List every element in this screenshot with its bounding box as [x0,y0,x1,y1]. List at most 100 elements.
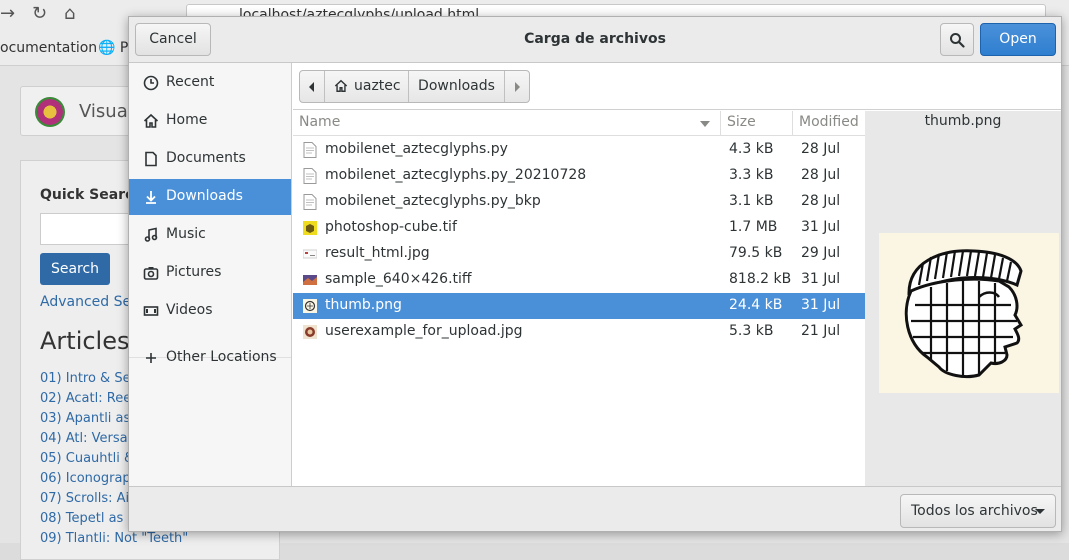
file-modified: 31 Jul [801,297,841,313]
sidebar-item-label: Other Locations [166,349,277,365]
advanced-search-link[interactable]: Advanced Sea [40,294,140,310]
path-buttons: uaztec Downloads [299,70,530,103]
home-icon [143,113,159,128]
camera-icon [143,267,159,280]
file-row[interactable]: result_html.jpg 79.5 kB 29 Jul [293,241,865,267]
path-segment-downloads[interactable]: Downloads [409,71,504,102]
path-segment-label: uaztec [354,78,401,94]
image-thumbnail-icon [303,249,317,259]
file-row[interactable]: mobilenet_aztecglyphs.py_20210728 3.3 kB… [293,163,865,189]
file-row[interactable]: mobilenet_aztecglyphs.py_bkp 3.1 kB 28 J… [293,189,865,215]
article-link[interactable]: 06) Iconograph [40,471,139,486]
clock-icon [143,75,159,91]
article-link[interactable]: 02) Acatl: Ree [40,391,131,406]
column-modified[interactable]: Modified [799,114,859,130]
dialog-footer: Todos los archivos [129,486,1061,531]
file-size: 4.3 kB [729,141,774,157]
chevron-right-icon [515,82,520,92]
article-link[interactable]: 09) Tlantli: Not "Teeth" [40,531,188,546]
sidebar-item-pictures[interactable]: Pictures [129,255,291,291]
file-row-selected[interactable]: thumb.png 24.4 kB 31 Jul [293,293,865,319]
search-button[interactable] [940,23,974,56]
bookmark-documentation[interactable]: ocumentation [0,40,97,56]
sidebar-item-recent[interactable]: Recent [129,65,291,101]
video-icon [143,306,159,316]
text-file-icon [303,142,317,158]
file-size: 3.3 kB [729,167,774,183]
file-modified: 28 Jul [801,193,841,209]
sidebar-item-label: Documents [166,150,246,166]
file-row[interactable]: mobilenet_aztecglyphs.py 4.3 kB 28 Jul [293,137,865,163]
path-bar: uaztec Downloads [293,63,1061,110]
open-button[interactable]: Open [980,23,1056,56]
article-link[interactable]: 05) Cuauhtli & [40,451,134,466]
article-link[interactable]: 01) Intro & Sea [40,371,139,386]
article-link[interactable]: 08) Tepetl as L [40,511,135,526]
music-icon [144,227,158,242]
sort-down-icon[interactable] [700,121,710,127]
sidebar-item-label: Downloads [166,188,243,204]
file-row[interactable]: sample_640×426.tiff 818.2 kB 31 Jul [293,267,865,293]
download-icon [146,191,156,204]
file-name: mobilenet_aztecglyphs.py [325,141,508,157]
article-link[interactable]: 04) Atl: Versat [40,431,133,446]
file-preview-pane: thumb.png [865,111,1061,486]
preview-image [879,233,1059,393]
reload-icon[interactable]: ↻ [32,3,47,24]
file-list: Name Size Modified mobilenet_aztecglyphs… [293,111,865,486]
image-thumbnail-icon [303,275,317,285]
aztec-glyph-head-image [904,249,1024,379]
column-size[interactable]: Size [727,114,756,130]
sidebar-item-home[interactable]: Home [129,103,291,139]
sidebar-item-documents[interactable]: Documents [129,141,291,177]
file-modified: 21 Jul [801,323,841,339]
sidebar-item-downloads[interactable]: Downloads [129,179,291,215]
path-segment-home[interactable]: uaztec [325,71,408,102]
file-modified: 29 Jul [801,245,841,261]
articles-heading: Articles [40,327,130,355]
sidebar-item-videos[interactable]: Videos [129,293,291,329]
dialog-title: Carga de archivos [524,31,666,47]
places-sidebar: Recent Home Documents Downloads Music Pi… [129,63,292,486]
path-back-button[interactable] [300,71,324,102]
sidebar-item-label: Pictures [166,264,222,280]
forward-arrow-icon[interactable]: → [0,3,15,24]
site-logo-text: Visual [79,101,133,122]
file-modified: 31 Jul [801,271,841,287]
file-row[interactable]: photoshop-cube.tif 1.7 MB 31 Jul [293,215,865,241]
file-modified: 31 Jul [801,219,841,235]
file-name: photoshop-cube.tif [325,219,457,235]
plus-icon [146,353,156,363]
page-search-button[interactable]: Search [40,253,110,285]
file-modified: 28 Jul [801,167,841,183]
path-forward-button[interactable] [505,71,529,102]
home-icon[interactable]: ⌂ [64,3,75,24]
article-link[interactable]: 03) Apantli as [40,411,130,426]
sidebar-item-music[interactable]: Music [129,217,291,253]
file-type-filter-dropdown[interactable]: Todos los archivos [900,494,1056,528]
column-header: Name Size Modified [293,111,865,136]
chevron-left-icon [309,82,314,92]
article-link[interactable]: 07) Scrolls: Air [40,491,135,506]
file-name: result_html.jpg [325,245,430,261]
preview-filename: thumb.png [924,113,1002,129]
column-name[interactable]: Name [299,114,340,130]
image-thumbnail-icon [303,325,317,339]
sidebar-item-label: Videos [166,302,213,318]
file-size: 24.4 kB [729,297,783,313]
file-row[interactable]: userexample_for_upload.jpg 5.3 kB 21 Jul [293,319,865,345]
file-size: 5.3 kB [729,323,774,339]
site-logo [35,97,65,127]
file-size: 79.5 kB [729,245,783,261]
dropdown-arrow-icon [1035,509,1045,514]
file-chooser-dialog: Cancel Carga de archivos Open Recent Hom… [128,16,1062,532]
sidebar-item-other-locations[interactable]: Other Locations [129,340,291,376]
text-file-icon [303,194,317,210]
file-size: 3.1 kB [729,193,774,209]
file-size: 818.2 kB [729,271,792,287]
image-thumbnail-icon [303,299,317,313]
text-file-icon [303,168,317,184]
file-name: mobilenet_aztecglyphs.py_bkp [325,193,541,209]
column-divider [720,111,721,135]
home-icon [334,79,348,92]
